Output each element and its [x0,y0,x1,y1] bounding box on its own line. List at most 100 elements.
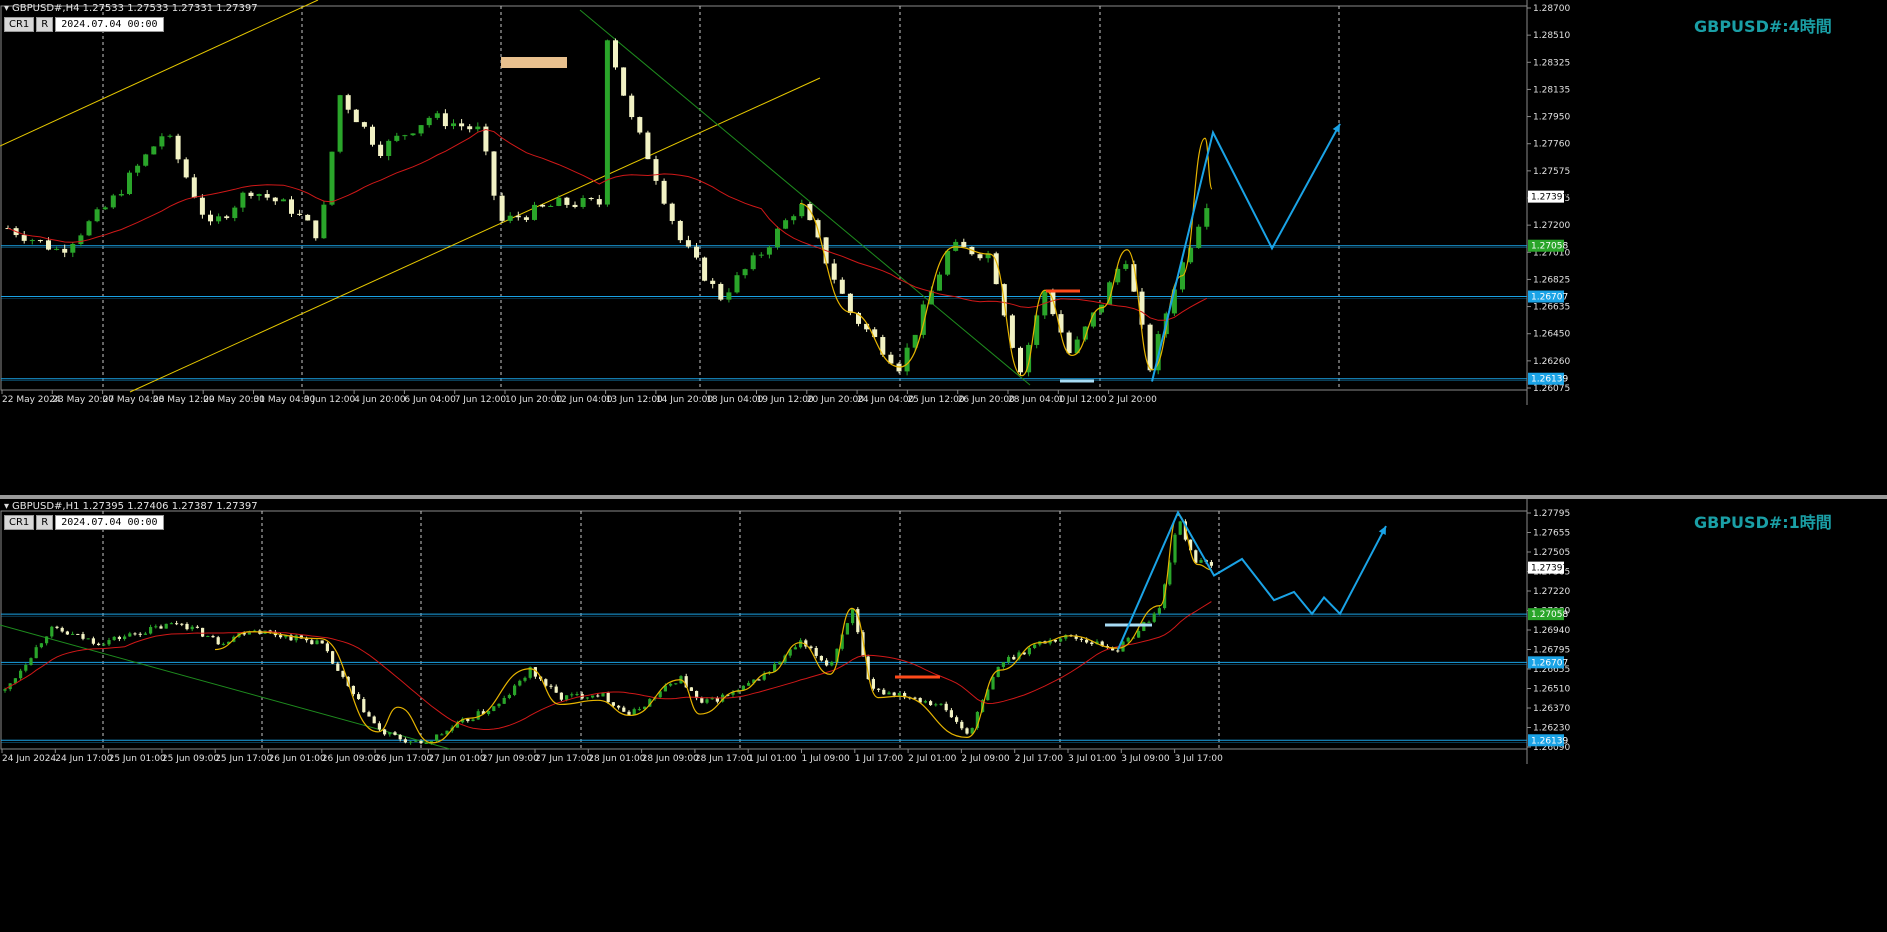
collapse-triangle-icon[interactable]: ▾ [4,501,9,512]
cr1-button[interactable]: CR1 [4,17,35,32]
bullish-candle [221,643,225,645]
x-tick-label: 14 Jun 20:00 [656,395,713,405]
bearish-candle [21,235,27,241]
collapse-triangle-icon[interactable]: ▾ [4,3,9,14]
h1-chart-svg[interactable]: 1.277951.276551.275051.273651.272201.270… [0,499,1887,932]
bullish-candle [939,703,943,705]
bullish-candle [388,732,392,735]
x-tick-label: 3 Jul 09:00 [1121,754,1170,764]
bearish-candle [1009,315,1015,348]
x-tick-label: 28 Jun 17:00 [695,754,752,764]
x-tick-label: 2 Jul 20:00 [1109,395,1158,405]
x-tick-label: 12 Jun 04:00 [555,395,612,405]
x-tick-label: 26 Jun 01:00 [269,754,326,764]
r-button[interactable]: R [36,17,54,32]
bearish-candle [97,643,101,646]
x-tick-label: 2 Jul 01:00 [908,754,957,764]
h1-chart-title: GBPUSD#:1時間 [1694,513,1832,532]
bearish-candle [305,638,309,641]
bullish-candle [29,658,33,665]
bearish-candle [383,729,387,735]
bullish-candle [29,240,35,242]
y-tick-label: 1.27200 [1533,221,1570,231]
date-field[interactable]: 2024.07.04 00:00 [55,515,164,530]
y-tick-label: 1.27760 [1533,140,1570,150]
x-tick-label: 7 Jun 12:00 [455,395,507,405]
x-tick-label: 25 Jun 12:00 [907,395,964,405]
bullish-candle [159,136,165,147]
bearish-candle [491,151,497,196]
h1-button-bar: CR1 R 2024.07.04 00:00 [4,515,164,530]
bearish-candle [60,627,64,632]
bearish-candle [367,712,371,717]
bullish-candle [830,662,834,666]
bearish-candle [191,177,197,198]
bearish-candle [1079,638,1083,640]
x-tick-label: 28 Jun 01:00 [588,754,645,764]
bearish-candle [459,123,465,127]
bullish-candle [1173,534,1177,563]
date-field[interactable]: 2024.07.04 00:00 [55,17,164,32]
bearish-candle [677,220,683,241]
bullish-candle [102,644,106,646]
bearish-candle [357,694,361,700]
bearish-candle [37,240,43,242]
bullish-candle [845,623,849,635]
y-tick-label: 1.28510 [1533,31,1570,41]
h4-chart-panel[interactable]: 1.28700 1.28510 1.28325 1.28135 1.27950 1.277… [0,0,1887,495]
bullish-candle [1147,621,1151,623]
y-tick-label: 1.27950 [1533,113,1570,123]
bullish-candle [169,623,173,625]
bearish-candle [361,122,367,127]
forecast-path [1151,123,1341,382]
bearish-candle [882,689,886,695]
bearish-candle [351,685,355,695]
bearish-candle [353,109,359,123]
bearish-candle [345,95,351,110]
bullish-candle [154,626,158,628]
bearish-candle [81,634,85,639]
y-tick-label: 1.26075 [1533,384,1570,394]
bearish-candle [847,293,853,313]
bearish-candle [622,707,626,712]
bullish-candle [705,699,709,703]
bearish-candle [710,280,716,284]
y-tick-label: 1.27220 [1533,587,1570,597]
bearish-candle [653,159,659,181]
bullish-candle [1027,647,1031,655]
bearish-candle [1066,332,1072,354]
bullish-candle [337,95,343,152]
bearish-candle [621,67,627,96]
bullish-candle [904,347,910,372]
x-tick-label: 25 Jun 01:00 [109,754,166,764]
x-tick-label: 4 Jun 20:00 [354,395,406,405]
bearish-candle [960,721,964,729]
cr1-button[interactable]: CR1 [4,515,35,530]
bullish-candle [783,220,789,229]
r-button[interactable]: R [36,515,54,530]
h1-chart-panel[interactable]: 1.277951.276551.275051.273651.272201.270… [0,499,1887,932]
bullish-candle [923,701,927,703]
y-tick-label: 1.27655 [1533,529,1570,539]
x-tick-label: 27 Jun 01:00 [428,754,485,764]
bullish-candle [747,682,751,686]
bearish-candle [564,197,570,205]
bullish-candle [414,740,418,742]
bullish-candle [256,194,262,196]
bullish-candle [548,205,554,207]
bearish-candle [944,703,948,711]
h4-chart-svg[interactable]: 1.28700 1.28510 1.28325 1.28135 1.27950 1.277… [0,0,1887,495]
bearish-candle [199,197,205,215]
bearish-candle [831,263,837,280]
bearish-candle [1058,314,1064,333]
x-tick-label: 10 Jun 20:00 [505,395,562,405]
x-tick-label: 2 Jul 09:00 [961,754,1010,764]
bearish-candle [310,640,314,645]
bullish-candle [523,677,527,681]
bearish-candle [211,636,215,638]
bearish-candle [871,679,875,689]
y-tick-label: 1.28325 [1533,58,1570,68]
bullish-candle [518,680,522,686]
bearish-candle [613,40,618,68]
bullish-candle [71,633,75,635]
